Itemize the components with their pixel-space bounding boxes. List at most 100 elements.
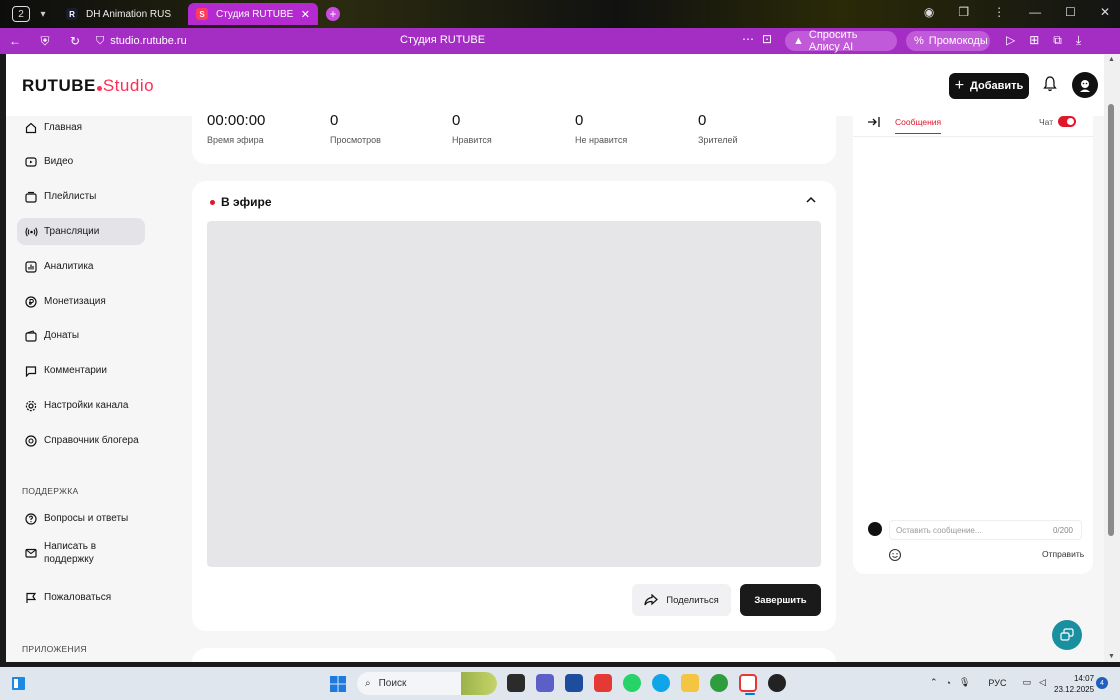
sidebar-item-home[interactable]: Главная <box>17 114 145 141</box>
window-controls: ◉ ❐ ⋮ — ☐ ✕ <box>924 5 1110 19</box>
emoji-icon[interactable] <box>888 548 902 562</box>
next-card <box>192 648 836 662</box>
bookmark-icon[interactable]: ⊡ <box>762 32 772 46</box>
store-icon[interactable] <box>565 674 583 692</box>
sidebar-item-analytics[interactable]: Аналитика <box>17 253 145 280</box>
reload-icon[interactable]: ↻ <box>60 34 90 48</box>
sidebar-item-broadcasts[interactable]: Трансляции <box>17 218 145 245</box>
chevron-up-icon[interactable] <box>804 193 818 207</box>
user-avatar-icon <box>868 522 882 536</box>
volume-icon[interactable]: ◁ <box>1039 677 1046 688</box>
share-button[interactable]: Поделиться <box>632 584 731 616</box>
notification-badge[interactable]: 4 <box>1096 677 1108 689</box>
comment-icon <box>24 364 38 378</box>
chevron-down-icon[interactable]: ▾ <box>36 9 50 20</box>
windows-start-icon[interactable] <box>330 676 346 692</box>
tab-messages[interactable]: Сообщения <box>895 117 942 134</box>
sidebar-item-video[interactable]: Видео <box>17 148 145 175</box>
more-dots-icon[interactable]: ⋯ <box>742 32 754 46</box>
microphone-icon[interactable]: 🎙 <box>959 677 970 688</box>
screenshot-icon[interactable]: ⊞ <box>1029 33 1039 48</box>
teams-icon[interactable] <box>536 674 554 692</box>
url-field[interactable]: ⛉ studio.rutube.ru <box>96 35 187 48</box>
whatsapp-icon[interactable] <box>623 674 641 692</box>
stat-value: 0 <box>575 112 584 129</box>
scroll-up-icon[interactable]: ▲ <box>1108 56 1115 63</box>
stat-likes: 0 Нравится <box>452 112 492 145</box>
sidebar-item-report[interactable]: Пожаловаться <box>17 584 145 611</box>
sidebar-item-playlists[interactable]: Плейлисты <box>17 183 145 210</box>
maximize-icon[interactable]: ☐ <box>1065 5 1076 19</box>
network-icon[interactable]: ▭ <box>1022 677 1031 688</box>
share-arrow-icon <box>644 594 659 606</box>
message-input[interactable]: Оставить сообщение... 0/200 <box>889 520 1082 540</box>
yandex-icon[interactable] <box>594 674 612 692</box>
search-label: Поиск <box>378 678 407 689</box>
file-explorer-icon[interactable] <box>681 674 699 692</box>
tab-counter[interactable]: 2 <box>12 6 30 22</box>
ask-alice-button[interactable]: ▲ Спросить Алису AI <box>785 29 897 53</box>
sidebar-item-blogger-guide[interactable]: Справочник блогера <box>17 427 145 454</box>
send-button[interactable]: Отправить <box>1042 549 1084 559</box>
widgets-icon[interactable] <box>11 676 26 691</box>
new-tab-button[interactable]: + <box>326 7 340 21</box>
support-chat-button[interactable] <box>1052 620 1082 650</box>
sidebar-item-label: Пожаловаться <box>44 592 112 603</box>
sidebar-item-label: Написать в поддержку <box>44 541 97 565</box>
taskbar-clock[interactable]: 14:07 23.12.2025 <box>1054 673 1094 695</box>
media-icon[interactable]: ▷ <box>1006 33 1015 48</box>
profile-icon[interactable]: ◉ <box>924 5 934 19</box>
finish-stream-button[interactable]: Завершить <box>740 584 821 616</box>
download-icon[interactable]: ⤓ <box>1076 33 1081 48</box>
sidebar-item-channel-settings[interactable]: Настройки канала <box>17 392 145 419</box>
back-icon[interactable]: ← <box>0 34 30 48</box>
collections-icon[interactable]: ❐ <box>958 5 969 19</box>
close-icon[interactable]: ✕ <box>301 8 310 21</box>
close-window-icon[interactable]: ✕ <box>1100 5 1110 19</box>
scroll-down-icon[interactable]: ▼ <box>1108 653 1115 660</box>
stat-label: Просмотров <box>330 135 381 145</box>
stream-stats-card: 00:00:00 Время эфира 0 Просмотров 0 Нрав… <box>192 104 836 164</box>
stream-player[interactable] <box>207 221 821 567</box>
add-button[interactable]: + Добавить <box>949 73 1029 99</box>
chat-panel: Сообщения Чат Оставить сообщение... 0/20… <box>853 110 1093 574</box>
extensions-icon[interactable]: ⧉ <box>1053 33 1062 48</box>
flag-icon <box>24 591 38 605</box>
scrollbar-thumb[interactable] <box>1108 104 1114 536</box>
sidebar-item-label: Главная <box>44 122 83 133</box>
taskbar-search[interactable]: ⌕ Поиск <box>357 672 497 695</box>
more-icon[interactable]: ⋮ <box>993 5 1005 19</box>
tray-expand-icon[interactable]: ⌃ <box>930 677 938 688</box>
bell-icon[interactable] <box>1043 76 1057 92</box>
mail-icon <box>24 546 38 560</box>
sidebar-item-label: Видео <box>44 156 74 167</box>
tray-app-icon[interactable]: ◔ <box>946 678 951 688</box>
promo-button[interactable]: % Промокоды <box>906 31 990 51</box>
rutube-studio-logo[interactable]: RUTUBE Studio <box>22 76 154 101</box>
sidebar-item-donations[interactable]: Донаты <box>17 322 145 349</box>
logo-rutube: RUTUBE <box>22 76 96 95</box>
minimize-icon[interactable]: — <box>1029 5 1041 19</box>
language-indicator[interactable]: РУС <box>988 678 1006 688</box>
vpn-icon[interactable] <box>710 674 728 692</box>
tab-title: DH Animation RUS. Смотр <box>86 8 172 20</box>
home-icon <box>24 121 38 135</box>
shield-icon[interactable]: ⛨ <box>30 34 60 49</box>
sidebar-item-comments[interactable]: Комментарии <box>17 357 145 384</box>
task-view-icon[interactable] <box>507 674 525 692</box>
collapse-panel-icon[interactable] <box>867 115 881 129</box>
sidebar-item-monetization[interactable]: Монетизация <box>17 288 145 315</box>
sidebar-item-faq[interactable]: Вопросы и ответы <box>17 505 145 532</box>
edge-icon[interactable] <box>652 674 670 692</box>
yandex-browser-icon[interactable] <box>739 674 757 695</box>
browser-tab[interactable]: R DH Animation RUS. Смотр <box>58 3 180 25</box>
browser-tab-active[interactable]: S Студия RUTUBE ✕ <box>188 3 318 25</box>
sidebar-item-contact-support[interactable]: Написать в поддержку <box>17 536 145 570</box>
page-scrollbar[interactable]: ▲ ▼ <box>1104 54 1120 662</box>
avatar[interactable] <box>1072 72 1098 98</box>
obs-icon[interactable] <box>768 674 786 692</box>
chat-toggle-switch[interactable] <box>1058 116 1076 127</box>
stat-value: 00:00:00 <box>207 112 266 129</box>
sidebar-item-label: Плейлисты <box>44 191 97 202</box>
search-highlight-image <box>461 672 497 695</box>
